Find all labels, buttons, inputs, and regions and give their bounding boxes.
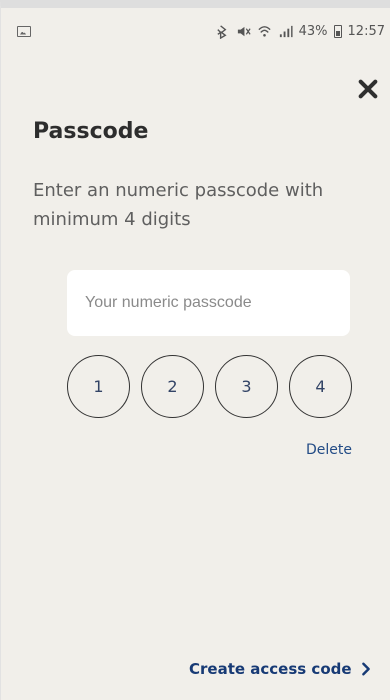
status-bar: 43% 12:57 [1, 16, 390, 46]
create-access-code-button[interactable]: Create access code [189, 660, 373, 678]
close-icon [358, 79, 378, 99]
battery-percentage: 43% [298, 23, 328, 39]
passcode-instructions: Enter an numeric passcode with minimum 4… [33, 180, 324, 230]
digit-button-3[interactable]: 3 [215, 355, 278, 418]
battery-icon [333, 24, 342, 38]
status-time: 12:57 [347, 23, 385, 39]
bluetooth-icon [216, 24, 227, 39]
passcode-screen: 43% 12:57 Passcode Enter an numeric pass… [0, 0, 390, 700]
status-left [17, 25, 31, 37]
wifi-icon [258, 25, 271, 37]
signal-icon [279, 25, 293, 37]
status-right: 43% 12:57 [215, 24, 385, 39]
digit-button-4[interactable]: 4 [289, 355, 352, 418]
mute-icon [237, 26, 251, 36]
passcode-input[interactable] [67, 270, 350, 336]
delete-button[interactable]: Delete [306, 442, 352, 458]
close-button[interactable] [353, 74, 383, 104]
image-icon [17, 25, 31, 37]
digit-button-1[interactable]: 1 [67, 355, 130, 418]
page-title: Passcode [33, 119, 149, 144]
create-access-code-label: Create access code [189, 660, 352, 678]
digit-button-2[interactable]: 2 [141, 355, 204, 418]
passcode-digit-indicators: 1 2 3 4 [67, 355, 352, 418]
chevron-right-icon [361, 662, 370, 676]
